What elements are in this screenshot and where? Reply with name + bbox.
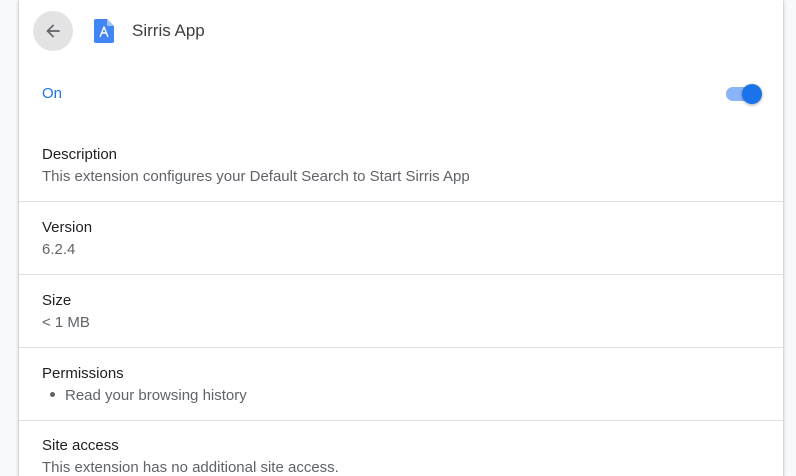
version-section: Version 6.2.4 <box>19 202 783 275</box>
version-label: Version <box>42 219 93 236</box>
size-section: Size < 1 MB <box>19 275 783 348</box>
document-icon <box>94 19 114 43</box>
details-header: Sirris App <box>19 0 783 62</box>
enable-status-label: On <box>42 85 63 102</box>
site-access-section: Site access This extension has no additi… <box>19 421 783 476</box>
arrow-back-icon <box>46 24 60 38</box>
description-section: Description This extension configures yo… <box>19 128 783 201</box>
size-label: Size <box>42 292 72 309</box>
permissions-section: Permissions Read your browsing history <box>19 348 783 421</box>
permissions-label: Permissions <box>42 365 124 382</box>
bullet-icon <box>50 391 55 397</box>
permission-item: Read your browsing history <box>42 387 247 405</box>
toggle-knob <box>742 84 762 104</box>
extension-details-card: Sirris App On Description This extension… <box>19 0 783 476</box>
back-button[interactable] <box>33 11 73 51</box>
description-label: Description <box>42 146 118 163</box>
version-value: 6.2.4 <box>42 241 76 258</box>
extension-title: Sirris App <box>132 21 205 40</box>
enable-toggle[interactable] <box>726 84 764 104</box>
site-access-value: This extension has no additional site ac… <box>42 459 339 476</box>
description-value: This extension configures your Default S… <box>42 168 470 185</box>
size-value: < 1 MB <box>42 314 90 331</box>
site-access-label: Site access <box>42 437 119 454</box>
enable-row: On <box>19 62 783 128</box>
permission-item-text: Read your browsing history <box>65 387 247 404</box>
